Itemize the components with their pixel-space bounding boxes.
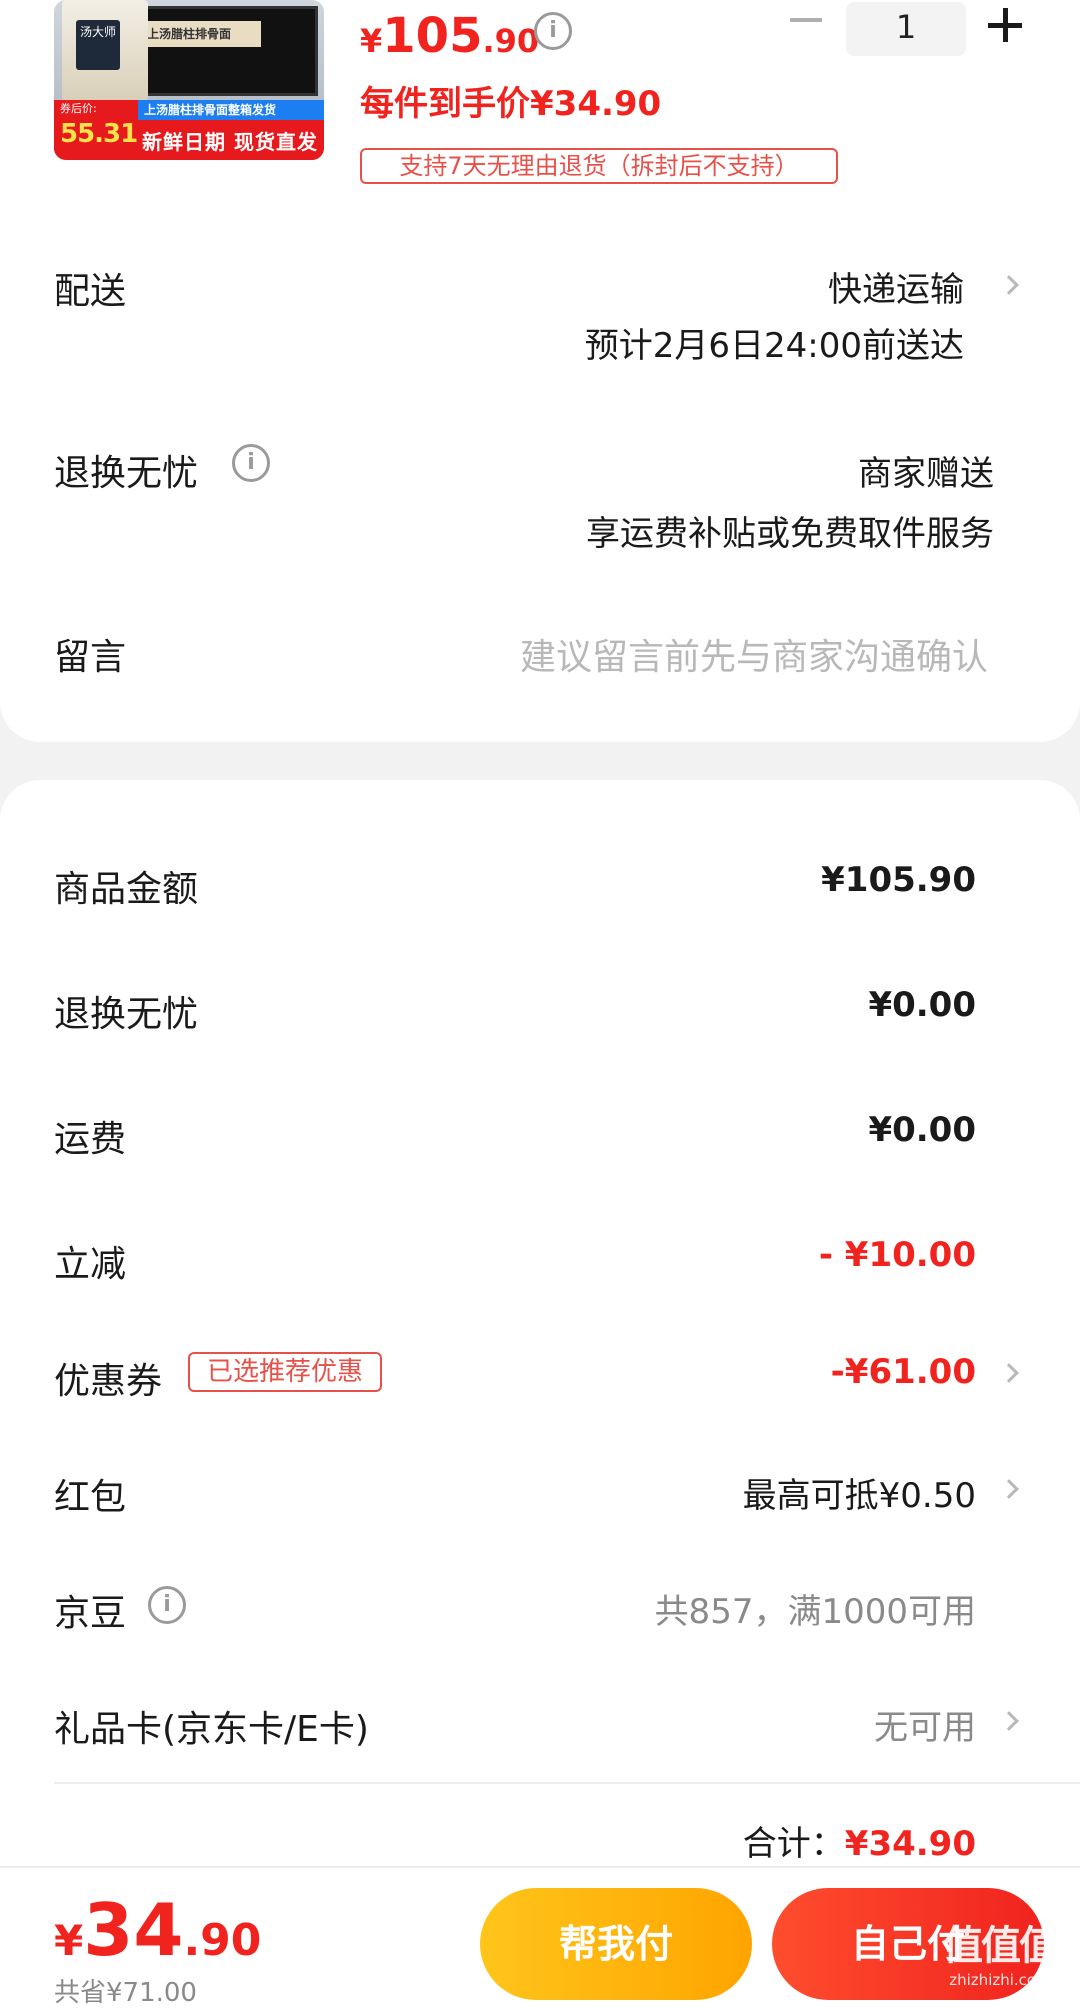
watermark-site: zhizhizhi.com xyxy=(949,1971,1051,1989)
price-dec: .90 xyxy=(482,22,540,60)
order-item-card: 上汤腊柱排骨面 汤大师 上汤腊柱排骨面整箱发货 券后价: 55.31 新鲜日期 … xyxy=(0,0,1080,742)
summary-value-redpacket[interactable]: 最高可抵¥0.50 xyxy=(743,1468,976,1517)
help-me-pay-button[interactable]: 帮我付 xyxy=(480,1888,752,2000)
quantity-minus-button[interactable] xyxy=(790,18,822,22)
summary-value-return: ¥0.00 xyxy=(868,985,976,1025)
watermark-logo: 值值值 xyxy=(943,1923,1059,1969)
order-total: 合计：¥34.90 xyxy=(743,1816,976,1865)
summary-divider xyxy=(54,1782,1080,1784)
summary-value-discount: - ¥10.00 xyxy=(818,1235,976,1275)
checkout-price-int: 34 xyxy=(83,1888,184,1972)
quantity-plus-button[interactable] xyxy=(988,8,1022,42)
summary-label-redpacket: 红包 xyxy=(54,1477,127,1518)
cup-brand: 汤大师 xyxy=(76,20,120,70)
checkout-price: ¥34.90 xyxy=(54,1888,261,1972)
summary-value-coupon[interactable]: -¥61.00 xyxy=(831,1352,976,1392)
summary-label-goods: 商品金额 xyxy=(54,869,199,910)
price-info-icon[interactable]: i xyxy=(534,12,572,50)
product-box-image: 上汤腊柱排骨面 xyxy=(138,6,318,96)
delivery-chevron-icon[interactable] xyxy=(999,275,1019,295)
return-policy-tag: 支持7天无理由退货（拆封后不支持） xyxy=(360,148,838,184)
summary-label-jingdou: 京豆 xyxy=(54,1593,127,1634)
checkout-saved: 共省¥71.00 xyxy=(54,1978,197,2008)
coupon-selected-badge: 已选推荐优惠 xyxy=(188,1352,382,1392)
product-price: ¥105.90 xyxy=(360,8,539,64)
thumb-price-label: 券后价: xyxy=(60,102,97,115)
summary-value-shipping: ¥0.00 xyxy=(868,1110,976,1150)
return-service-desc: 享运费补贴或免费取件服务 xyxy=(586,514,994,554)
summary-value-jingdou: 共857，满1000可用 xyxy=(654,1592,976,1632)
checkout-price-currency: ¥ xyxy=(54,1916,84,1965)
message-input[interactable]: 建议留言前先与商家沟通确认 xyxy=(520,628,988,680)
checkout-bar: ¥34.90 共省¥71.00 帮我付 自己付 xyxy=(0,1866,1080,2011)
total-label: 合计： xyxy=(742,1824,845,1864)
summary-label-giftcard: 礼品卡(京东卡/E卡) xyxy=(54,1709,369,1750)
watermark: 值值值 zhizhizhi.com xyxy=(930,1922,1070,2002)
return-service-info-icon[interactable]: i xyxy=(232,444,270,482)
jingdou-info-icon[interactable]: i xyxy=(148,1586,186,1624)
delivery-method[interactable]: 快递运输 xyxy=(828,262,964,311)
return-service-provider: 商家赠送 xyxy=(858,454,994,494)
summary-label-shipping: 运费 xyxy=(54,1119,127,1160)
summary-value-goods: ¥105.90 xyxy=(821,860,976,900)
quantity-input[interactable]: 1 xyxy=(846,2,966,56)
unit-final-price: 每件到手价¥34.90 xyxy=(360,84,662,124)
summary-label-coupon: 优惠券 xyxy=(54,1361,163,1402)
summary-label-discount: 立减 xyxy=(54,1244,127,1285)
summary-label-return: 退换无忧 xyxy=(54,994,199,1035)
total-value: ¥34.90 xyxy=(844,1824,976,1864)
product-thumbnail[interactable]: 上汤腊柱排骨面 汤大师 上汤腊柱排骨面整箱发货 券后价: 55.31 新鲜日期 … xyxy=(54,0,324,160)
box-title: 上汤腊柱排骨面 xyxy=(141,21,261,47)
summary-value-giftcard[interactable]: 无可用 xyxy=(874,1700,976,1749)
thumb-price-value: 55.31 xyxy=(60,119,138,149)
message-label: 留言 xyxy=(54,637,127,678)
delivery-eta: 预计2月6日24:00前送达 xyxy=(584,326,964,366)
delivery-label: 配送 xyxy=(54,271,127,312)
checkout-price-dec: .90 xyxy=(183,1915,262,1966)
thumb-price-tag: 券后价: 55.31 xyxy=(54,100,138,158)
return-service-label: 退换无忧 xyxy=(54,453,199,494)
price-int: 105 xyxy=(382,8,483,64)
thumb-blue-banner: 上汤腊柱排骨面整箱发货 xyxy=(138,100,324,120)
thumb-slogan: 新鲜日期 现货直发 xyxy=(142,130,318,154)
product-cup-image: 汤大师 xyxy=(62,0,148,108)
price-currency: ¥ xyxy=(360,22,383,60)
